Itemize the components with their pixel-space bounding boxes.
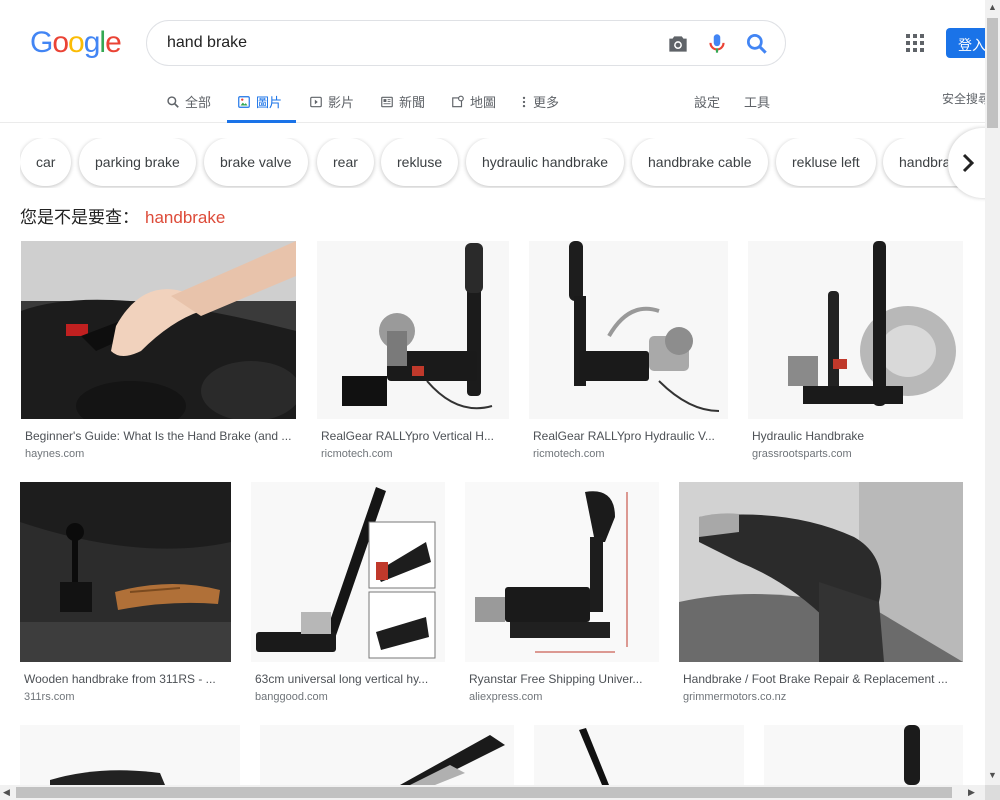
search-box[interactable]: hand brake: [146, 20, 786, 66]
search-tabs: 全部 圖片 影片 新聞 地圖 更多 設定 工具 安全搜尋: [0, 80, 990, 123]
result-thumbnail[interactable]: [20, 725, 240, 785]
vertical-scroll-thumb[interactable]: [987, 18, 998, 128]
tab-label: 更多: [533, 95, 560, 110]
chip[interactable]: hydraulic handbrake: [466, 138, 625, 186]
result-title[interactable]: Ryanstar Free Shipping Univer...: [469, 672, 657, 686]
result-thumbnail[interactable]: [764, 725, 963, 785]
tab-maps[interactable]: 地圖: [451, 92, 496, 111]
result-thumbnail[interactable]: [679, 482, 963, 662]
vertical-scrollbar[interactable]: ▲ ▼: [985, 0, 1000, 785]
image-result[interactable]: Beginner's Guide: What Is the Hand Brake…: [21, 241, 296, 466]
image-result[interactable]: RealGear RALLYpro Vertical H... ricmotec…: [317, 241, 509, 466]
image-icon: [238, 95, 250, 108]
result-site[interactable]: grassrootsparts.com: [752, 448, 852, 460]
chip[interactable]: rear: [317, 138, 374, 186]
image-result[interactable]: [20, 725, 240, 785]
chip[interactable]: car: [20, 138, 72, 186]
result-title[interactable]: RealGear RALLYpro Vertical H...: [321, 429, 506, 443]
chip[interactable]: brake valve: [204, 138, 308, 186]
tab-label: 新聞: [399, 95, 426, 110]
video-icon: [310, 96, 322, 107]
scroll-right-icon[interactable]: ▶: [968, 787, 975, 798]
image-result[interactable]: [534, 725, 744, 785]
active-tab-indicator: [227, 120, 296, 123]
image-result[interactable]: RealGear RALLYpro Hydraulic V... ricmote…: [529, 241, 728, 466]
search-icon: [167, 95, 179, 108]
chip[interactable]: handbrake cable: [632, 138, 768, 186]
tab-label: 地圖: [470, 95, 497, 110]
chip[interactable]: rekluse: [381, 138, 459, 186]
result-thumbnail[interactable]: [534, 725, 744, 785]
result-thumbnail[interactable]: [317, 241, 509, 419]
result-site[interactable]: grimmermotors.co.nz: [683, 691, 786, 703]
image-result[interactable]: Handbrake / Foot Brake Repair & Replacem…: [679, 482, 963, 707]
apps-grid-icon[interactable]: [906, 34, 924, 52]
tab-label: 影片: [328, 95, 355, 110]
search-icon[interactable]: [744, 31, 770, 57]
result-site[interactable]: haynes.com: [25, 448, 84, 460]
microphone-icon[interactable]: [704, 31, 730, 57]
result-thumbnail[interactable]: [21, 241, 296, 419]
result-title[interactable]: 63cm universal long vertical hy...: [255, 672, 443, 686]
result-title[interactable]: Handbrake / Foot Brake Repair & Replacem…: [683, 672, 961, 686]
did-you-mean-link[interactable]: handbrake: [145, 208, 225, 227]
related-searches-chips: car parking brake brake valve rear reklu…: [20, 138, 985, 188]
scroll-up-icon[interactable]: ▲: [988, 2, 997, 12]
image-result[interactable]: 63cm universal long vertical hy... bangg…: [251, 482, 445, 707]
search-input[interactable]: hand brake: [167, 34, 247, 52]
result-site[interactable]: banggood.com: [255, 691, 328, 703]
scrollbar-corner: [985, 785, 1000, 800]
scroll-left-icon[interactable]: ◀: [3, 787, 10, 798]
tab-videos[interactable]: 影片: [309, 92, 354, 111]
image-result[interactable]: [764, 725, 963, 785]
camera-icon[interactable]: [665, 31, 691, 57]
did-you-mean: 您是不是要查： handbrake: [20, 203, 225, 228]
tab-more[interactable]: 更多: [520, 92, 559, 111]
chip[interactable]: rekluse left: [776, 138, 876, 186]
horizontal-scrollbar[interactable]: ◀ ▶: [0, 785, 985, 800]
image-result[interactable]: Ryanstar Free Shipping Univer... aliexpr…: [465, 482, 659, 707]
tab-label: 全部: [185, 95, 212, 110]
result-site[interactable]: ricmotech.com: [321, 448, 393, 460]
result-title[interactable]: Beginner's Guide: What Is the Hand Brake…: [25, 429, 295, 443]
result-title[interactable]: Wooden handbrake from 311RS - ...: [24, 672, 229, 686]
did-you-mean-label: 您是不是要查：: [20, 208, 139, 227]
result-thumbnail[interactable]: [748, 241, 963, 419]
result-site[interactable]: 311rs.com: [24, 691, 75, 703]
news-icon: [381, 96, 393, 107]
more-vert-icon: [522, 96, 526, 107]
chip[interactable]: parking brake: [79, 138, 196, 186]
result-title[interactable]: RealGear RALLYpro Hydraulic V...: [533, 429, 728, 443]
result-thumbnail[interactable]: [465, 482, 659, 662]
image-result[interactable]: [260, 725, 514, 785]
scroll-down-icon[interactable]: ▼: [988, 770, 997, 780]
google-logo[interactable]: Google: [30, 26, 122, 60]
result-title[interactable]: Hydraulic Handbrake: [752, 429, 962, 443]
result-thumbnail[interactable]: [251, 482, 445, 662]
image-result[interactable]: Wooden handbrake from 311RS - ... 311rs.…: [20, 482, 231, 707]
result-thumbnail[interactable]: [20, 482, 231, 662]
tab-news[interactable]: 新聞: [380, 92, 425, 111]
safesearch-link[interactable]: 安全搜尋: [942, 90, 990, 107]
chevron-right-icon: [962, 153, 975, 173]
result-site[interactable]: aliexpress.com: [469, 691, 542, 703]
map-icon: [452, 95, 464, 107]
horizontal-scroll-thumb[interactable]: [16, 787, 952, 798]
result-site[interactable]: ricmotech.com: [533, 448, 605, 460]
tools-link[interactable]: 工具: [744, 92, 770, 111]
tab-label: 圖片: [256, 95, 283, 110]
tab-images[interactable]: 圖片: [237, 92, 282, 111]
image-result[interactable]: Hydraulic Handbrake grassrootsparts.com: [748, 241, 963, 466]
settings-link[interactable]: 設定: [694, 92, 720, 111]
result-thumbnail[interactable]: [260, 725, 514, 785]
result-thumbnail[interactable]: [529, 241, 728, 419]
tab-all[interactable]: 全部: [166, 92, 211, 111]
